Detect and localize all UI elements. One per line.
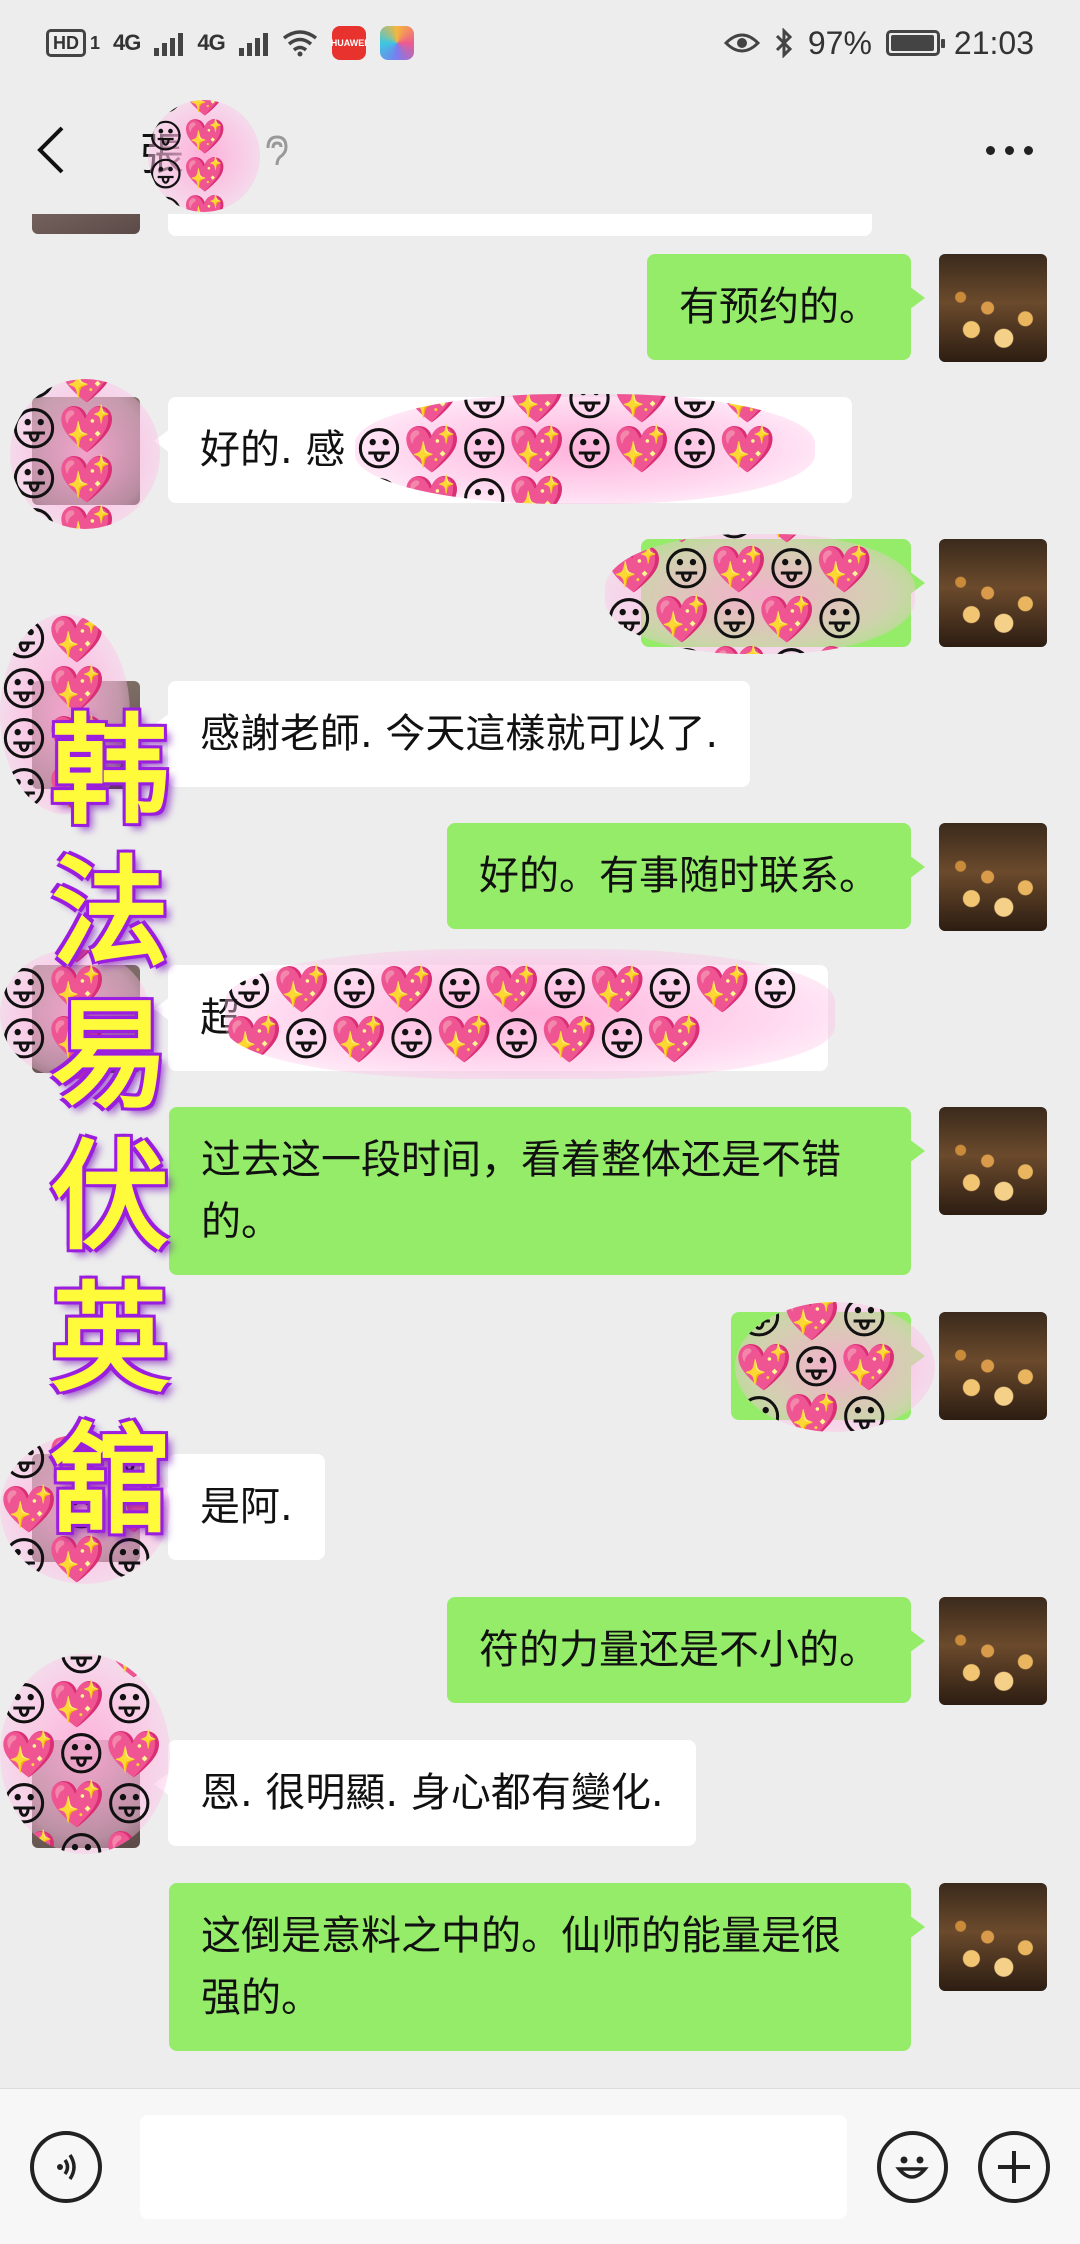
voice-input-button[interactable] bbox=[30, 2130, 102, 2203]
watermark-char: 伏 bbox=[50, 1127, 169, 1266]
watermark-char: 舘 bbox=[50, 1411, 169, 1550]
sticker-emojis: 😛💖😛💖😛💖😛💖😛💖😛💖😛💖😛💖😛💖😛💖 bbox=[605, 534, 873, 654]
sticker-emojis: 😛💖😛💖😛💖😛💖😛💖😛💖😛💖😛💖😛💖😛💖 bbox=[10, 379, 116, 529]
emoji-button[interactable] bbox=[876, 2130, 949, 2203]
self-avatar[interactable] bbox=[939, 254, 1047, 362]
self-avatar[interactable] bbox=[939, 539, 1047, 647]
self-avatar[interactable] bbox=[939, 1107, 1047, 1215]
sim-index: 1 bbox=[90, 32, 100, 53]
status-bar: HD 1 4G 4G HUAWEI 97% 21:03 bbox=[0, 0, 1080, 86]
message-bubble-outgoing[interactable]: 过去这一段时间，看着整体还是不错的。 bbox=[169, 1107, 925, 1275]
status-left: HD 1 4G 4G HUAWEI bbox=[46, 26, 414, 60]
title-emoji-sticker: 😛💖😛💖😛💖😛💖😛💖😛💖😛💖😛💖😛💖😛💖 bbox=[148, 100, 260, 212]
wifi-icon bbox=[282, 30, 317, 57]
hd-badge: HD bbox=[46, 29, 86, 57]
partial-message-bubble bbox=[168, 214, 872, 236]
back-button[interactable] bbox=[36, 115, 88, 185]
huawei-app-icon: HUAWEI bbox=[331, 26, 367, 60]
status-right: 97% 21:03 bbox=[723, 24, 1034, 62]
emoji-mask-sticker: 😛💖😛💖😛💖😛💖😛💖😛💖😛💖😛💖😛💖😛💖 bbox=[225, 949, 835, 1079]
photos-app-icon bbox=[379, 26, 414, 60]
sticker-emojis: 😛💖😛💖😛💖😛💖😛💖😛💖😛💖😛💖😛💖😛💖 bbox=[225, 962, 800, 1066]
signal-bars-2-icon bbox=[238, 30, 268, 56]
sticker-emojis: 😛💖😛💖😛💖😛💖😛💖😛💖😛💖😛💖😛💖😛💖 bbox=[735, 1302, 898, 1432]
battery-percent: 97% bbox=[807, 24, 872, 61]
self-avatar[interactable] bbox=[939, 1597, 1047, 1705]
signal-label-1: 4G bbox=[113, 30, 141, 55]
chevron-left-icon bbox=[37, 126, 64, 174]
smiley-icon bbox=[895, 2156, 930, 2179]
watermark-char: 韩 bbox=[50, 701, 169, 840]
signal-label-2: 4G bbox=[197, 30, 225, 55]
signal-bars-1-icon bbox=[154, 30, 184, 56]
bluetooth-icon bbox=[775, 28, 792, 58]
emoji-mask-sticker: 😛💖😛💖😛💖😛💖😛💖😛💖😛💖😛💖😛💖😛💖 bbox=[605, 534, 915, 654]
message-bubble-incoming[interactable]: 恩. 很明顯. 身心都有變化. bbox=[154, 1740, 696, 1846]
more-options-button[interactable] bbox=[974, 125, 1044, 175]
input-bar bbox=[0, 2088, 1080, 2244]
self-avatar[interactable] bbox=[939, 1883, 1047, 1991]
contact-avatar[interactable] bbox=[32, 214, 140, 234]
plus-icon bbox=[998, 2150, 1031, 2183]
emoji-mask-sticker: 😛💖😛💖😛💖😛💖😛💖😛💖😛💖😛💖😛💖😛💖 bbox=[735, 1302, 935, 1432]
watermark-char: 英 bbox=[50, 1269, 169, 1408]
watermark-text: 韩 法 易 伏 英 舘 bbox=[40, 700, 180, 1552]
self-avatar[interactable] bbox=[939, 1312, 1047, 1420]
eye-icon bbox=[723, 33, 760, 53]
message-input[interactable] bbox=[139, 2114, 847, 2219]
message-bubble-outgoing[interactable]: 这倒是意料之中的。仙师的能量是很强的。 bbox=[169, 1883, 925, 2051]
voice-icon bbox=[56, 2153, 76, 2180]
message-bubble-outgoing[interactable]: 好的。有事随时联系。 bbox=[447, 823, 925, 929]
message-bubble-outgoing[interactable]: 符的力量还是不小的。 bbox=[447, 1597, 925, 1703]
more-functions-button[interactable] bbox=[978, 2130, 1050, 2203]
clock: 21:03 bbox=[953, 24, 1034, 61]
ear-icon bbox=[266, 135, 288, 166]
message-bubble-outgoing[interactable]: 有预约的。 bbox=[647, 254, 925, 360]
watermark-char: 易 bbox=[50, 985, 169, 1124]
emoji-mask-sticker: 😛💖😛💖😛💖😛💖😛💖😛💖😛💖😛💖😛💖😛💖 bbox=[10, 379, 160, 529]
battery-icon bbox=[885, 30, 945, 56]
watermark-char: 法 bbox=[50, 843, 169, 982]
message-bubble-incoming[interactable]: 是阿. bbox=[154, 1454, 325, 1560]
sticker-emojis: 😛💖😛💖😛💖😛💖😛💖😛💖😛💖😛💖😛💖😛💖 bbox=[148, 100, 226, 212]
sticker-emojis: 😛💖😛💖😛💖😛💖😛💖😛💖😛💖😛💖😛💖😛💖 bbox=[0, 1654, 163, 1854]
emoji-mask-sticker: 😛💖😛💖😛💖😛💖😛💖😛💖😛💖😛💖😛💖😛💖 bbox=[0, 1654, 170, 1854]
sticker-emojis: 😛💖😛💖😛💖😛💖😛💖😛💖😛💖😛💖😛💖😛💖 bbox=[355, 394, 776, 504]
self-avatar[interactable] bbox=[939, 823, 1047, 931]
emoji-mask-sticker: 😛💖😛💖😛💖😛💖😛💖😛💖😛💖😛💖😛💖😛💖 bbox=[355, 394, 815, 504]
message-bubble-incoming[interactable]: 感謝老師. 今天這樣就可以了. bbox=[153, 681, 751, 787]
